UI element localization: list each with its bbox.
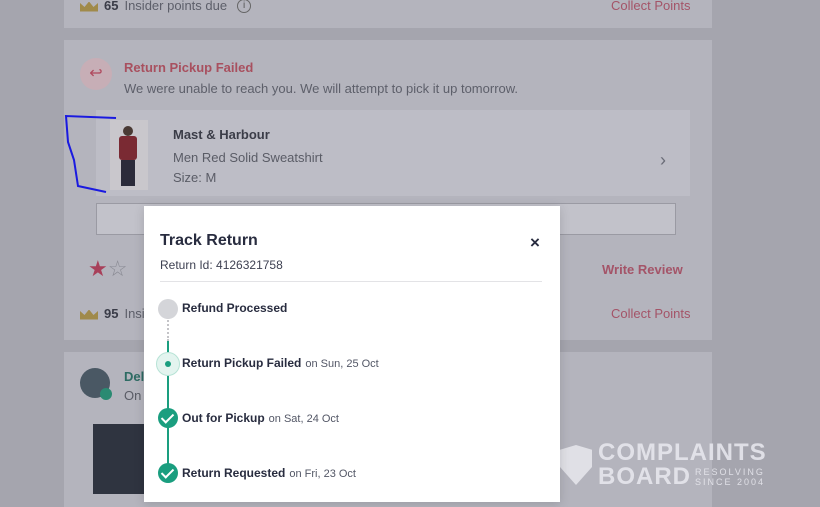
product-size: Size: M xyxy=(173,170,217,185)
points-label: Insi xyxy=(124,306,145,321)
watermark-tag1: RESOLVING xyxy=(695,467,765,477)
watermark-line2: BOARD xyxy=(598,463,691,490)
step-pending-dot xyxy=(158,299,178,319)
track-return-modal: Track Return × Return Id: 4126321758 Ref… xyxy=(144,206,560,502)
write-review-link[interactable]: Write Review xyxy=(602,262,683,277)
timeline-step: Refund Processed xyxy=(182,301,288,315)
divider xyxy=(160,281,542,282)
points-value: 95 xyxy=(104,306,119,321)
collect-points-link[interactable]: Collect Points xyxy=(611,0,690,13)
product-image-jeans[interactable] xyxy=(93,424,145,494)
modal-title: Track Return xyxy=(160,232,258,249)
step-current-dot xyxy=(156,352,180,376)
watermark-tag2: SINCE 2004 xyxy=(695,477,766,487)
watermark-line1: COMPLAINTS xyxy=(598,439,767,466)
return-status-description: We were unable to reach you. We will att… xyxy=(124,81,519,96)
timeline-line-pending xyxy=(167,317,169,341)
insider-points-row: 65 Insider points due i xyxy=(80,0,252,13)
delivered-subtitle: On xyxy=(124,388,142,403)
timeline-step: Return Requested on Fri, 23 Oct xyxy=(182,466,356,480)
return-status-title: Return Pickup Failed xyxy=(124,60,254,75)
star-filled-icon[interactable]: ★ xyxy=(88,256,108,281)
product-brand: Mast & Harbour xyxy=(173,127,270,142)
info-icon[interactable]: i xyxy=(237,0,252,13)
package-icon xyxy=(80,368,112,400)
check-circle-icon xyxy=(158,463,178,483)
points-value: 65 xyxy=(104,0,119,13)
delivered-title: Del xyxy=(124,369,145,384)
points-label: Insider points due xyxy=(124,0,228,13)
collect-points-link-2[interactable]: Collect Points xyxy=(611,306,690,321)
insider-points-row-2: 95 Insi xyxy=(80,306,145,321)
rating-stars[interactable]: ★☆ xyxy=(88,257,127,281)
shield-logo-icon xyxy=(560,445,592,485)
return-id: Return Id: 4126321758 xyxy=(160,258,283,272)
check-circle-icon xyxy=(158,408,178,428)
product-name: Men Red Solid Sweatshirt xyxy=(173,150,323,165)
complaintsboard-watermark: COMPLAINTS BOARD RESOLVING SINCE 2004 xyxy=(560,441,767,489)
blue-annotation-scribble xyxy=(64,114,117,193)
crown-icon xyxy=(80,308,98,320)
crown-icon xyxy=(80,0,98,12)
star-empty-icon[interactable]: ☆ xyxy=(108,256,128,281)
close-icon[interactable]: × xyxy=(530,233,540,253)
timeline-step: Return Pickup Failed on Sun, 25 Oct xyxy=(182,356,379,370)
chevron-right-icon[interactable]: › xyxy=(660,150,666,171)
timeline-step: Out for Pickup on Sat, 24 Oct xyxy=(182,411,339,425)
return-arrow-icon: ↩ xyxy=(80,58,112,90)
